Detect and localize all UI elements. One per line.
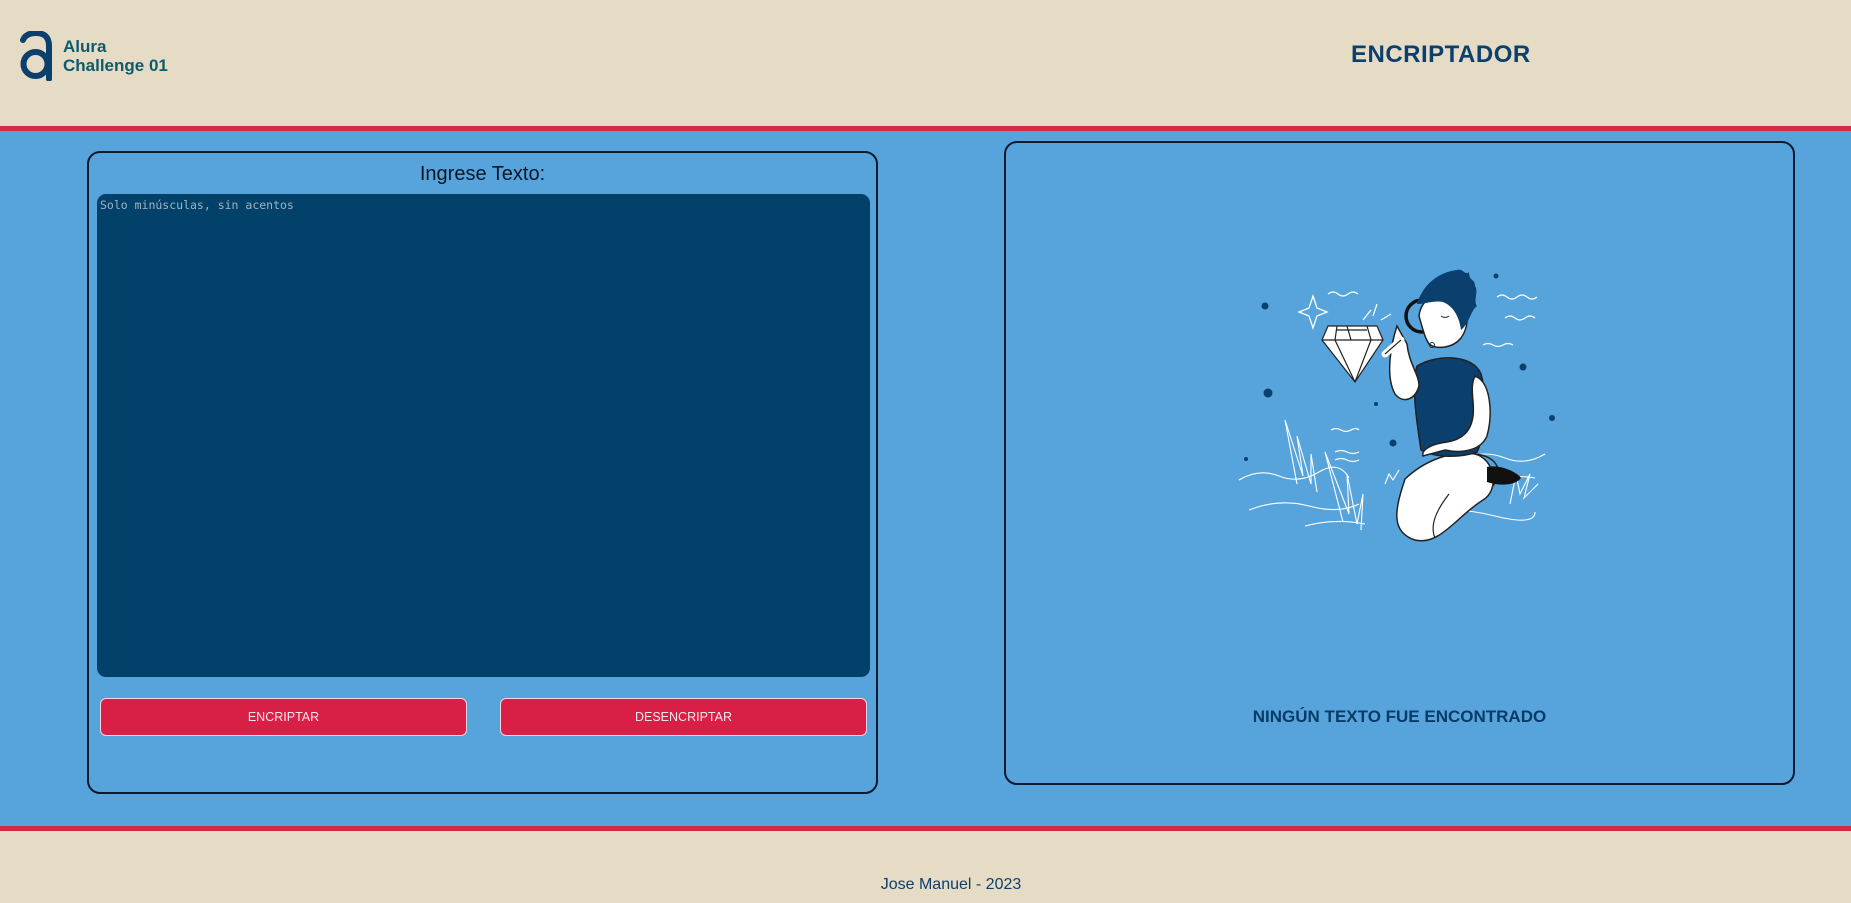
header: Alura Challenge 01 ENCRIPTADOR [0,0,1851,126]
output-panel: NINGÚN TEXTO FUE ENCONTRADO [1004,141,1795,785]
footer-credit: Jose Manuel - 2023 [880,876,1022,893]
input-label: Ingrese Texto: [419,163,546,185]
alura-logo-icon[interactable] [18,29,54,86]
search-person-illustration-icon [1225,264,1585,589]
bottom-divider [0,826,1851,831]
empty-output-message: NINGÚN TEXTO FUE ENCONTRADO [1252,707,1547,726]
encrypt-button[interactable]: ENCRIPTAR [100,698,467,736]
input-panel: Ingrese Texto: ENCRIPTAR DESENCRIPTAR [87,151,878,794]
text-input[interactable] [97,194,870,677]
logo-line-1: Alura [63,37,107,56]
logo-text: Alura Challenge 01 [63,37,168,75]
page-title: ENCRIPTADOR [1351,41,1531,68]
decrypt-button[interactable]: DESENCRIPTAR [500,698,867,736]
logo-line-2: Challenge 01 [63,56,168,75]
